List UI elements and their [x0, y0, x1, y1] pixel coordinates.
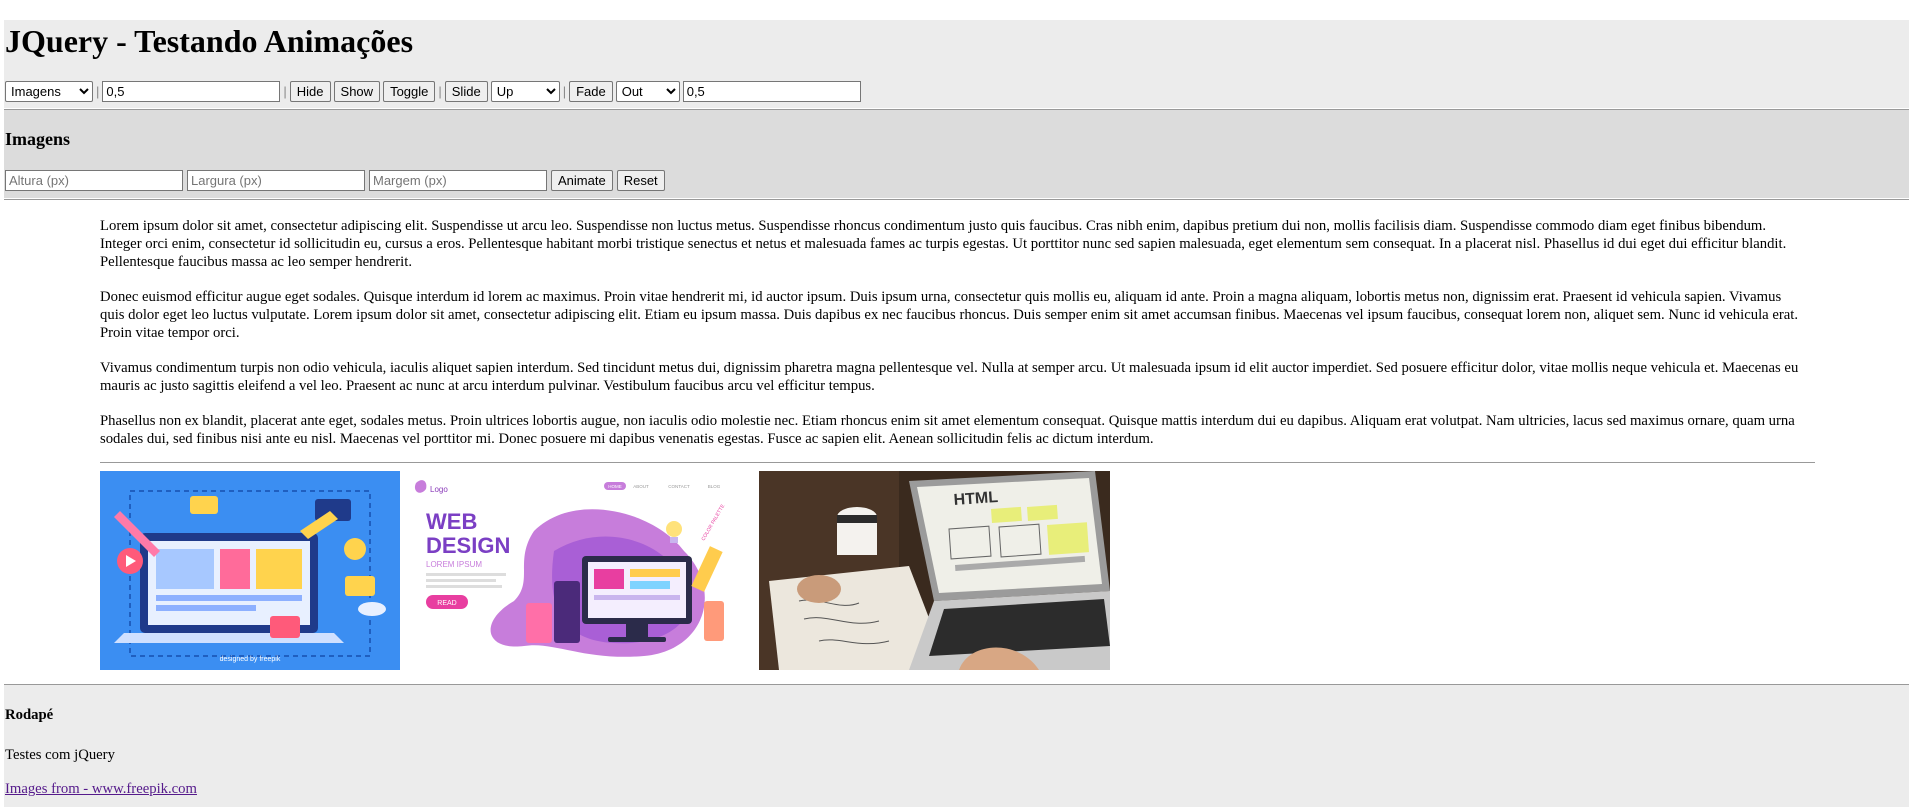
- fade-value-input[interactable]: [682, 80, 861, 102]
- hero-title-line2: DESIGN: [426, 533, 510, 558]
- separator: |: [438, 83, 442, 99]
- hero-subtitle: LOREM IPSUM: [426, 560, 482, 569]
- target-select[interactable]: Imagens: [5, 80, 93, 102]
- nav-item: HOME: [608, 484, 622, 489]
- width-input[interactable]: [187, 170, 365, 191]
- main-content: Lorem ipsum dolor sit amet, consectetur …: [100, 217, 1800, 465]
- freepik-link[interactable]: Images from - www.freepik.com: [5, 781, 197, 798]
- paragraph: Phasellus non ex blandit, placerat ante …: [100, 413, 1795, 447]
- divider: [100, 462, 1815, 463]
- nav-item: ABOUT: [633, 484, 649, 489]
- image-gallery: designed by freepik Logo HOME ABOUT CONT…: [100, 471, 1110, 670]
- fade-button[interactable]: Fade: [569, 80, 613, 102]
- screen-text: HTML: [953, 489, 999, 509]
- logo-text: Logo: [430, 485, 448, 494]
- divider: [4, 199, 1909, 200]
- margin-input[interactable]: [369, 170, 547, 191]
- hero-button: READ: [437, 600, 456, 607]
- laptop-photo-image: HTML: [759, 471, 1110, 670]
- page-header: JQuery - Testando Animações Imagens | | …: [4, 20, 1909, 108]
- hero-title-line1: WEB: [426, 509, 477, 534]
- animate-controls: Animate Reset: [5, 170, 668, 191]
- section-title: Imagens: [5, 129, 71, 149]
- page-title: JQuery - Testando Animações: [5, 23, 414, 59]
- height-input[interactable]: [5, 170, 183, 191]
- reset-button[interactable]: Reset: [616, 170, 665, 191]
- speed-input[interactable]: [102, 80, 281, 102]
- separator: |: [562, 83, 567, 99]
- paragraph: Vivamus condimentum turpis non odio vehi…: [100, 360, 1799, 394]
- fade-direction-select[interactable]: Out: [615, 80, 680, 102]
- paragraph: Lorem ipsum dolor sit amet, consectetur …: [100, 218, 1787, 270]
- separator: |: [96, 83, 100, 99]
- nav-item: CONTACT: [668, 484, 690, 489]
- web-design-laptop-image: designed by freepik: [100, 471, 400, 670]
- show-button[interactable]: Show: [333, 80, 381, 102]
- page-footer: Rodapé Testes com jQuery Images from - w…: [4, 685, 1909, 807]
- hide-button[interactable]: Hide: [289, 80, 331, 102]
- slide-button[interactable]: Slide: [444, 80, 488, 102]
- images-section-header: Imagens Animate Reset: [4, 110, 1909, 198]
- paragraph: Donec euismod efficitur augue eget sodal…: [100, 289, 1799, 341]
- toggle-button[interactable]: Toggle: [383, 80, 436, 102]
- separator: |: [283, 83, 287, 99]
- image-credit: designed by freepik: [220, 656, 281, 663]
- animation-toolbar: Imagens | | Hide Show Toggle | Slide Up …: [5, 80, 861, 102]
- slide-direction-select[interactable]: Up: [490, 80, 560, 102]
- web-design-landing-image: Logo HOME ABOUT CONTACT BLOG WEB DESIGN …: [404, 471, 755, 670]
- footer-text: Testes com jQuery: [5, 747, 115, 763]
- nav-item: BLOG: [708, 484, 721, 489]
- animate-button[interactable]: Animate: [551, 170, 613, 191]
- footer-title: Rodapé: [5, 707, 54, 723]
